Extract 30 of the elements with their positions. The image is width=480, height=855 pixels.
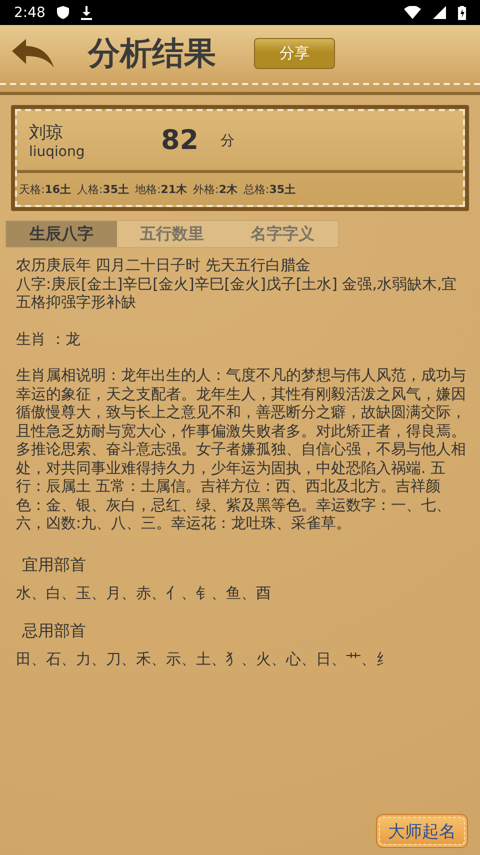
grid-number: 外格:2木 xyxy=(193,182,238,196)
back-arrow-icon[interactable] xyxy=(12,38,54,68)
shield-icon xyxy=(57,6,70,19)
share-button[interactable]: 分享 xyxy=(254,38,335,69)
battery-icon xyxy=(458,6,466,20)
score-value: 82 xyxy=(161,125,199,156)
radical-list: 水、白、玉、月、赤、亻、钅、鱼、酉 xyxy=(16,584,466,602)
grid-number: 地格:21木 xyxy=(135,182,188,196)
info-text: 生肖 ：龙 xyxy=(16,330,82,348)
info-text: 农历庚辰年 四月二十日子时 先天五行白腊金 xyxy=(16,256,312,274)
page-title: 分析结果 xyxy=(88,32,216,74)
section-heading: 宜用部首 xyxy=(22,554,87,576)
radical-list: 田、石、力、刀、禾、示、土、犭、火、心、日、艹、纟 xyxy=(16,650,466,668)
grid-number: 天格:16土 xyxy=(19,182,72,196)
wifi-icon xyxy=(404,6,421,19)
name-pinyin: liuqiong xyxy=(29,144,86,160)
section-heading: 忌用部首 xyxy=(22,620,87,642)
person-name: 刘琼 xyxy=(29,122,64,144)
info-text: 生肖属相说明：龙年出生的人：气度不凡的梦想与伟人风范，成功与幸运的象征，天之支配者。龙年生人，其性有刚毅活泼之风气，嫌因循傲慢尊大，致与长上之意见不和，善恶断分之癖，故缺圆满交际，且性急乏妨耐与宽大心，作事偏激失败者多。对此矫正者，得良焉。多推论思索、奋斗意志强。女子者嫌孤独、自信心强，不易与他人相处，对共同事业难得持久力，少年运为固执，中处恐陷入祸端. 五行：辰属土 五常：土属信。吉祥方位：西、西北及北方。吉祥颜色：金、银、灰白，忌红、绿、紫及黑等色。幸运数字：一、七、六，凶数:九、八、三。幸运花：龙吐珠、采雀草。 xyxy=(16,366,466,532)
grid-number: 总格:35土 xyxy=(243,182,296,196)
info-text: 八字:庚辰[金土]辛巳[金火]辛巳[金火]戊子[土水] 金强,水弱缺木,宜五格抑强字形补缺 xyxy=(16,274,458,312)
signal-icon xyxy=(433,6,446,19)
master-naming-button[interactable]: 大师起名 xyxy=(376,814,468,848)
status-time: 2:48 xyxy=(14,4,46,20)
score-unit: 分 xyxy=(220,132,235,150)
download-icon xyxy=(81,6,92,20)
tab[interactable]: 生辰八字 xyxy=(6,221,117,247)
tab[interactable]: 五行数里 xyxy=(116,221,228,247)
tab[interactable]: 名字字义 xyxy=(227,221,338,247)
grid-number: 人格:35土 xyxy=(77,182,130,196)
